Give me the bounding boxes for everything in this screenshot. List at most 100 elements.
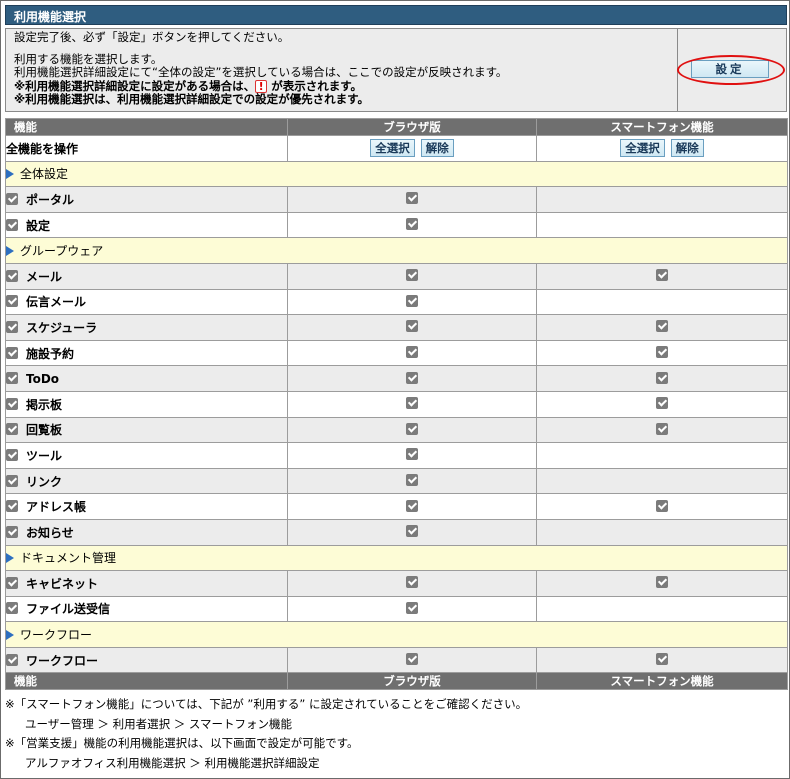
browser-cell: [287, 339, 537, 367]
browser-checkbox[interactable]: [406, 192, 418, 205]
function-label: ファイル送受信: [26, 602, 111, 617]
expand-triangle-icon: [6, 169, 14, 180]
browser-checkbox[interactable]: [406, 320, 418, 333]
section-label: グループウェア: [20, 244, 104, 259]
function-checkbox[interactable]: [6, 525, 18, 538]
function-checkbox[interactable]: [6, 269, 18, 282]
function-checkbox[interactable]: [6, 192, 18, 205]
browser-checkbox[interactable]: [406, 499, 418, 512]
function-label: ワークフロー: [26, 653, 99, 668]
smartphone-checkbox[interactable]: [656, 422, 668, 435]
function-checkbox[interactable]: [6, 602, 18, 615]
title-bar: 利用機能選択: [5, 5, 787, 25]
function-name-cell: ツール: [5, 442, 288, 469]
browser-cell: [287, 442, 537, 469]
function-checkbox[interactable]: [6, 295, 18, 308]
expand-triangle-icon: [6, 630, 14, 641]
page-title: 利用機能選択: [14, 10, 87, 24]
function-row: 掲示板: [5, 390, 788, 418]
footer-header-browser: ブラウザ版: [287, 672, 537, 691]
browser-cell: [287, 467, 537, 495]
smartphone-checkbox[interactable]: [656, 653, 668, 666]
smartphone-cell: [536, 288, 788, 316]
browser-checkbox[interactable]: [406, 269, 418, 282]
function-table: 機能 ブラウザ版 スマートフォン機能 全機能を操作 全選択 解除 全選択 解除 全体…: [5, 118, 788, 691]
function-row: リンク: [5, 467, 788, 495]
function-name-cell: リンク: [5, 467, 288, 495]
function-row: スケジューラ: [5, 314, 788, 341]
browser-clear-button[interactable]: 解除: [420, 139, 454, 158]
browser-checkbox[interactable]: [406, 294, 418, 307]
notes: ※「スマートフォン機能」については、下記が ”利用する” に設定されていることを…: [5, 695, 787, 773]
function-checkbox[interactable]: [6, 218, 18, 231]
col-header-function: 機能: [5, 118, 288, 136]
function-name-cell: 設定: [5, 211, 288, 239]
function-row: 施設予約: [5, 339, 788, 367]
function-checkbox[interactable]: [6, 371, 18, 384]
function-row: お知らせ: [5, 518, 788, 546]
smartphone-checkbox[interactable]: [656, 397, 668, 410]
browser-cell: [287, 186, 537, 213]
function-checkbox[interactable]: [6, 320, 18, 333]
smartphone-checkbox[interactable]: [656, 346, 668, 359]
browser-checkbox[interactable]: [406, 422, 418, 435]
smartphone-cell: [536, 390, 788, 418]
smartphone-ops-cell: 全選択 解除: [536, 135, 788, 162]
smartphone-cell: [536, 518, 788, 546]
section-header[interactable]: ワークフロー: [5, 621, 788, 648]
function-checkbox[interactable]: [6, 448, 18, 461]
smartphone-select-all-button[interactable]: 全選択: [620, 139, 665, 158]
function-checkbox[interactable]: [6, 500, 18, 513]
browser-cell: [287, 211, 537, 239]
smartphone-checkbox[interactable]: [656, 371, 668, 384]
function-checkbox[interactable]: [6, 576, 18, 589]
info-line-1: 設定完了後、必ず「設定」ボタンを押してください。: [14, 30, 290, 44]
function-checkbox[interactable]: [6, 397, 18, 410]
smartphone-checkbox[interactable]: [656, 269, 668, 282]
section-row: ドキュメント管理: [5, 544, 788, 572]
function-name-cell: メール: [5, 262, 288, 290]
browser-checkbox[interactable]: [406, 218, 418, 231]
function-row: ファイル送受信: [5, 595, 788, 623]
browser-checkbox[interactable]: [406, 653, 418, 666]
browser-checkbox[interactable]: [406, 371, 418, 384]
function-row: キャビネット: [5, 570, 788, 597]
browser-checkbox[interactable]: [406, 474, 418, 487]
smartphone-cell: [536, 416, 788, 444]
function-label: 伝言メール: [26, 295, 87, 310]
function-row: メール: [5, 262, 788, 290]
smartphone-cell: [536, 186, 788, 213]
smartphone-cell: [536, 646, 788, 674]
function-label: メール: [26, 269, 63, 284]
function-label: ツール: [26, 448, 63, 463]
function-name-cell: ファイル送受信: [5, 595, 288, 623]
browser-checkbox[interactable]: [406, 576, 418, 589]
function-checkbox[interactable]: [6, 653, 18, 666]
section-header[interactable]: ドキュメント管理: [5, 544, 788, 572]
section-header[interactable]: 全体設定: [5, 160, 788, 188]
footer-header-function: 機能: [5, 672, 288, 691]
smartphone-checkbox[interactable]: [656, 320, 668, 333]
browser-cell: [287, 570, 537, 597]
browser-checkbox[interactable]: [406, 346, 418, 359]
all-ops-label: 全機能を操作: [5, 135, 288, 162]
browser-checkbox[interactable]: [406, 601, 418, 614]
smartphone-checkbox[interactable]: [656, 576, 668, 589]
browser-checkbox[interactable]: [406, 397, 418, 410]
function-label: キャビネット: [26, 576, 99, 591]
smartphone-clear-button[interactable]: 解除: [670, 139, 704, 158]
smartphone-cell: [536, 442, 788, 469]
exclamation-icon: !: [255, 79, 268, 93]
smartphone-checkbox[interactable]: [656, 499, 668, 512]
note-1: ※「スマートフォン機能」については、下記が ”利用する” に設定されていることを…: [5, 697, 528, 711]
function-checkbox[interactable]: [6, 346, 18, 359]
browser-select-all-button[interactable]: 全選択: [370, 139, 415, 158]
browser-cell: [287, 416, 537, 444]
page-frame: 利用機能選択 設定完了後、必ず「設定」ボタンを押してください。 利用する機能を選…: [0, 0, 790, 779]
function-checkbox[interactable]: [6, 474, 18, 487]
function-checkbox[interactable]: [6, 423, 18, 436]
section-header[interactable]: グループウェア: [5, 237, 788, 264]
section-row: 全体設定: [5, 160, 788, 188]
browser-checkbox[interactable]: [406, 448, 418, 461]
browser-checkbox[interactable]: [406, 525, 418, 538]
